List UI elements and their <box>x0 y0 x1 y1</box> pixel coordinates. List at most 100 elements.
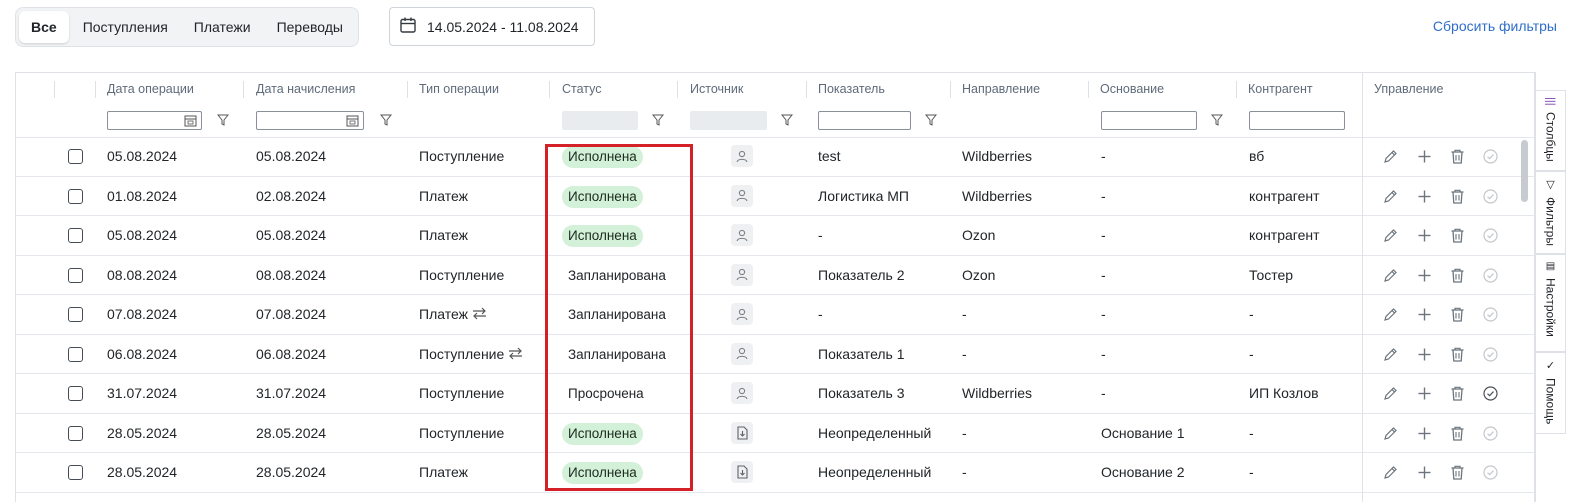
tab-2[interactable]: Платежи <box>182 11 263 43</box>
counterparty-cell: ИП Козлов <box>1249 385 1319 401</box>
source-filter-input[interactable] <box>690 111 767 130</box>
op-date-cell: 05.08.2024 <box>107 148 178 164</box>
accrual-date-filter-input[interactable] <box>256 111 364 130</box>
add-icon[interactable] <box>1416 464 1433 481</box>
settings-icon: ▤ <box>1545 261 1556 272</box>
add-icon[interactable] <box>1416 385 1433 402</box>
side-tab-columns[interactable]: ||| Столбцы <box>1536 90 1566 171</box>
row-checkbox[interactable] <box>68 267 83 283</box>
table-row[interactable]: 31.07.2024 31.07.2024 Поступление Просрочен… <box>16 374 1534 414</box>
row-checkbox[interactable] <box>68 346 83 362</box>
table-row[interactable]: 05.08.2024 05.08.2024 Платеж Исполнена - Ozon… <box>16 216 1534 256</box>
confirm-icon[interactable] <box>1482 148 1499 165</box>
edit-icon[interactable] <box>1382 425 1399 442</box>
delete-icon[interactable] <box>1449 227 1466 244</box>
col-header-accrual-date[interactable]: Дата начисления <box>245 73 355 106</box>
reset-filters-link[interactable]: Сбросить фильтры <box>1433 18 1557 34</box>
add-icon[interactable] <box>1416 227 1433 244</box>
table-row[interactable]: 28.05.2024 28.05.2024 Платеж Исполнена Неопр… <box>16 453 1534 493</box>
row-checkbox[interactable] <box>68 228 83 243</box>
confirm-icon[interactable] <box>1482 385 1499 402</box>
table-row[interactable]: 05.08.2024 05.08.2024 Поступление Исполнена… <box>16 137 1534 177</box>
confirm-icon[interactable] <box>1482 346 1499 363</box>
direction-cell: - <box>962 424 967 441</box>
delete-icon[interactable] <box>1449 385 1466 402</box>
side-panel: ||| Столбцы ▽ Фильтры ▤ Настройки ✓ Помо… <box>1535 72 1588 502</box>
col-header-source[interactable]: Источник <box>679 73 743 106</box>
delete-icon[interactable] <box>1449 148 1466 165</box>
delete-icon[interactable] <box>1449 267 1466 284</box>
row-checkbox[interactable] <box>68 149 83 164</box>
delete-icon[interactable] <box>1449 188 1466 205</box>
edit-icon[interactable] <box>1382 267 1399 284</box>
side-tab-settings[interactable]: ▤ Настройки <box>1536 254 1566 352</box>
edit-icon[interactable] <box>1382 385 1399 402</box>
col-header-indicator[interactable]: Показатель <box>807 73 885 106</box>
basis-cell: - <box>1101 148 1106 164</box>
row-checkbox[interactable] <box>68 307 83 322</box>
confirm-icon[interactable] <box>1482 227 1499 244</box>
add-icon[interactable] <box>1416 306 1433 323</box>
table-row[interactable]: 28.05.2024 28.05.2024 Поступление Исполнена… <box>16 414 1534 453</box>
confirm-icon[interactable] <box>1482 306 1499 323</box>
col-header-status[interactable]: Статус <box>551 73 602 106</box>
status-column-highlight <box>545 144 693 491</box>
col-header-basis[interactable]: Основание <box>1089 73 1164 106</box>
edit-icon[interactable] <box>1382 306 1399 323</box>
counterparty-cell: - <box>1249 306 1254 322</box>
filter-funnel-icon[interactable] <box>380 113 392 127</box>
add-icon[interactable] <box>1416 425 1433 442</box>
status-filter-input[interactable] <box>562 111 638 130</box>
row-checkbox[interactable] <box>68 386 83 401</box>
edit-icon[interactable] <box>1382 346 1399 363</box>
col-header-direction[interactable]: Направление <box>951 73 1040 106</box>
table-row[interactable]: 08.08.2024 08.08.2024 Поступление Запланиро… <box>16 256 1534 295</box>
tab-0[interactable]: Все <box>19 11 69 43</box>
delete-icon[interactable] <box>1449 464 1466 481</box>
delete-icon[interactable] <box>1449 306 1466 323</box>
counterparty-cell: - <box>1249 345 1254 362</box>
col-header-op-type[interactable]: Тип операции <box>408 73 499 106</box>
add-icon[interactable] <box>1416 188 1433 205</box>
side-tab-help[interactable]: ✓ Помощь <box>1536 352 1566 434</box>
counterparty-filter-input[interactable] <box>1249 111 1345 130</box>
indicator-filter-input[interactable] <box>818 111 911 130</box>
confirm-icon[interactable] <box>1482 267 1499 284</box>
basis-cell: - <box>1101 227 1106 243</box>
filter-funnel-icon[interactable] <box>217 113 229 127</box>
confirm-icon[interactable] <box>1482 425 1499 442</box>
filter-funnel-icon[interactable] <box>1211 113 1223 127</box>
row-checkbox[interactable] <box>68 188 83 204</box>
edit-icon[interactable] <box>1382 227 1399 244</box>
row-checkbox[interactable] <box>68 465 83 480</box>
table-row[interactable]: 07.08.2024 07.08.2024 Платеж Запланирована… <box>16 295 1534 335</box>
add-icon[interactable] <box>1416 267 1433 284</box>
delete-icon[interactable] <box>1449 425 1466 442</box>
add-icon[interactable] <box>1416 346 1433 363</box>
row-checkbox[interactable] <box>68 425 83 441</box>
table-row[interactable]: 06.08.2024 06.08.2024 Поступление Запланир… <box>16 335 1534 374</box>
op-date-filter-input[interactable] <box>107 111 202 130</box>
confirm-icon[interactable] <box>1482 188 1499 205</box>
direction-cell: - <box>962 464 967 480</box>
side-tab-filters[interactable]: ▽ Фильтры <box>1536 171 1566 254</box>
edit-icon[interactable] <box>1382 188 1399 205</box>
col-header-counterparty[interactable]: Контрагент <box>1237 73 1313 106</box>
tab-3[interactable]: Переводы <box>265 11 355 43</box>
table-row[interactable]: 01.08.2024 02.08.2024 Платеж Исполнена Логис… <box>16 177 1534 216</box>
filter-funnel-icon[interactable] <box>652 113 664 127</box>
basis-cell: - <box>1101 345 1106 362</box>
confirm-icon[interactable] <box>1482 464 1499 481</box>
edit-icon[interactable] <box>1382 148 1399 165</box>
tab-1[interactable]: Поступления <box>71 11 180 43</box>
delete-icon[interactable] <box>1449 346 1466 363</box>
counterparty-cell: контрагент <box>1249 187 1320 204</box>
add-icon[interactable] <box>1416 148 1433 165</box>
grid-scrollbar[interactable] <box>1521 140 1528 202</box>
basis-filter-input[interactable] <box>1101 111 1197 130</box>
col-header-op-date[interactable]: Дата операции <box>96 73 194 106</box>
filter-funnel-icon[interactable] <box>781 113 793 127</box>
date-range-picker[interactable]: 14.05.2024 - 11.08.2024 <box>389 7 595 46</box>
filter-funnel-icon[interactable] <box>925 113 937 127</box>
edit-icon[interactable] <box>1382 464 1399 481</box>
